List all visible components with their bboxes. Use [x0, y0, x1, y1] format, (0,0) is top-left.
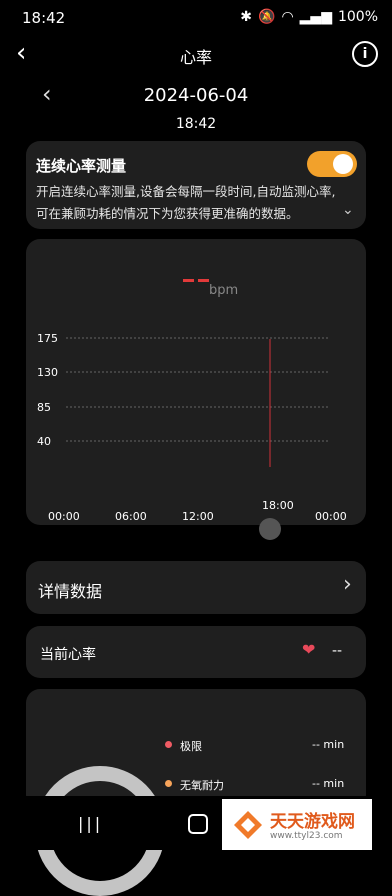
x-tick-label: 12:00: [182, 510, 214, 523]
toggle-knob: [333, 154, 353, 174]
chart-scrubber-handle[interactable]: [259, 518, 281, 540]
zone-dot: [165, 741, 172, 748]
time-label: 18:42: [175, 116, 217, 132]
detail-data-label: 详情数据: [38, 582, 103, 601]
bluetooth-icon: ✱: [240, 9, 252, 25]
zone-label: 无氧耐力: [180, 779, 224, 792]
x-tick-label: 00:00: [315, 510, 347, 523]
current-hr-value: --: [332, 643, 343, 659]
continuous-hr-title: 连续心率测量: [36, 157, 127, 175]
watermark-logo-icon: [234, 811, 262, 839]
heart-icon: ❤: [302, 640, 316, 659]
status-icons: ✱ 🔕 ◠ ▂▄▆ 100%: [240, 9, 378, 25]
continuous-hr-description: 开启连续心率测量,设备会每隔一段时间,自动监测心率,可在兼顾功耗的情况下为您获得…: [36, 184, 336, 221]
mute-icon: 🔕: [258, 9, 276, 25]
watermark-brand: 天天游戏网: [270, 812, 355, 832]
y-tick-label: 40: [37, 435, 51, 448]
y-tick-label: 85: [37, 401, 51, 414]
page-title: 心率: [179, 48, 212, 67]
y-tick-label: 175: [37, 332, 58, 345]
zone-value: -- min: [312, 777, 345, 790]
x-tick-label: 00:00: [48, 510, 80, 523]
x-tick-label: 06:00: [115, 510, 147, 523]
zone-label: 极限: [180, 740, 202, 753]
continuous-hr-toggle[interactable]: [307, 151, 357, 177]
home-button[interactable]: [188, 814, 208, 834]
y-tick-label: 130: [37, 366, 58, 379]
heart-rate-chart: 175 130 85 40 00:00 06:00 12:00 00:00 18:00: [37, 332, 347, 523]
recent-apps-button[interactable]: |||: [78, 814, 103, 833]
current-hr-label: 当前心率: [40, 647, 96, 663]
chevron-right-icon: ›: [343, 572, 352, 597]
zone-dot: [165, 780, 172, 787]
cursor-time-label: 18:00: [262, 499, 294, 512]
status-time: 18:42: [22, 9, 66, 27]
signal-icon: ▂▄▆: [299, 9, 332, 25]
zone-value: -- min: [312, 738, 345, 751]
watermark-url: www.ttyl23.com: [270, 831, 343, 841]
wifi-icon: ◠: [281, 9, 294, 25]
expand-chevron-icon[interactable]: ⌄: [342, 202, 354, 218]
info-icon[interactable]: i: [352, 41, 378, 67]
battery-text: 100%: [337, 9, 378, 25]
date-label: 2024-06-04: [143, 85, 249, 106]
